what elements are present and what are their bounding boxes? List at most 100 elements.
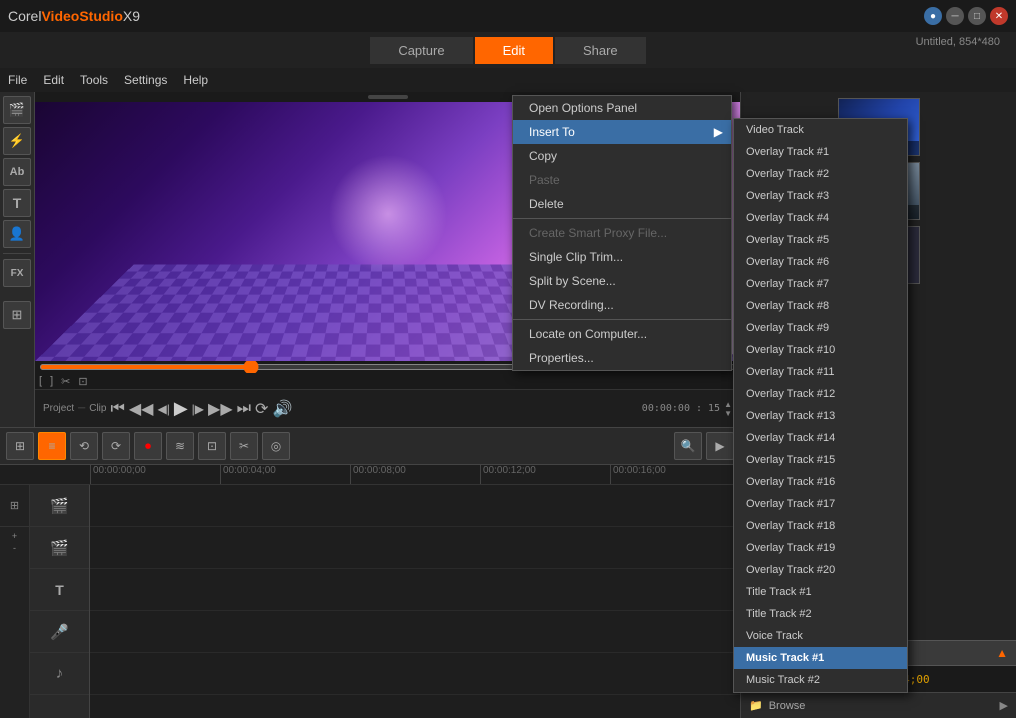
- play-button[interactable]: ▶: [174, 398, 188, 419]
- tool-instant[interactable]: ⚡: [3, 127, 31, 155]
- next-button[interactable]: ⏭: [237, 400, 251, 418]
- tab-capture[interactable]: Capture: [370, 37, 472, 64]
- sub-overlay-13[interactable]: Overlay Track #13: [734, 405, 907, 427]
- sub-overlay-12[interactable]: Overlay Track #12: [734, 383, 907, 405]
- zoom-btn[interactable]: 🔍: [674, 432, 702, 460]
- corel-button[interactable]: ●: [924, 7, 942, 25]
- sub-overlay-4[interactable]: Overlay Track #4: [734, 207, 907, 229]
- ctx-locate[interactable]: Locate on Computer...: [513, 322, 731, 346]
- left-tools: 🎬 ⚡ Ab T 👤 FX ⊞: [0, 92, 35, 427]
- project-name-label: Untitled, 854*480: [916, 36, 1000, 48]
- undo-btn[interactable]: ⟲: [70, 432, 98, 460]
- sub-overlay-5[interactable]: Overlay Track #5: [734, 229, 907, 251]
- ctx-dv-recording[interactable]: DV Recording...: [513, 293, 731, 317]
- timeline-section: ⊞ ≡ ⟲ ⟳ ⏺ ≋ ⊡ ✂ ◎ 🔍 ▶ 00:00:00;00 00:00:…: [0, 427, 740, 718]
- record-btn[interactable]: ⏺: [134, 432, 162, 460]
- browse-label[interactable]: Browse: [769, 700, 806, 712]
- ctx-copy[interactable]: Copy: [513, 144, 731, 168]
- ctx-delete[interactable]: Delete: [513, 192, 731, 216]
- track-icon-0[interactable]: ⊞: [0, 485, 29, 527]
- tool-media[interactable]: 🎬: [3, 96, 31, 124]
- sub-overlay-14[interactable]: Overlay Track #14: [734, 427, 907, 449]
- menu-settings[interactable]: Settings: [124, 73, 167, 87]
- sub-voice-track[interactable]: Voice Track: [734, 625, 907, 647]
- tool-fx[interactable]: FX: [3, 259, 31, 287]
- sub-overlay-17[interactable]: Overlay Track #17: [734, 493, 907, 515]
- arrow-icon: ▶: [714, 125, 723, 139]
- sub-overlay-2[interactable]: Overlay Track #2: [734, 163, 907, 185]
- sub-overlay-11[interactable]: Overlay Track #11: [734, 361, 907, 383]
- sub-overlay-1[interactable]: Overlay Track #1: [734, 141, 907, 163]
- nav-tabs: Capture Edit Share: [0, 37, 1016, 64]
- tab-share[interactable]: Share: [555, 37, 646, 64]
- menu-help[interactable]: Help: [183, 73, 208, 87]
- sub-title-2[interactable]: Title Track #2: [734, 603, 907, 625]
- ctx-insert-to[interactable]: Insert To ▶: [513, 120, 731, 144]
- add-track-btn[interactable]: +: [2, 531, 27, 541]
- menubar: File Edit Tools Settings Help: [0, 68, 1016, 92]
- ctx-smart-proxy: Create Smart Proxy File...: [513, 221, 731, 245]
- tool-text[interactable]: Ab: [3, 158, 31, 186]
- sub-overlay-19[interactable]: Overlay Track #19: [734, 537, 907, 559]
- track-header-0: 🎬: [30, 485, 89, 527]
- silence-btn[interactable]: ◎: [262, 432, 290, 460]
- ctx-properties[interactable]: Properties...: [513, 346, 731, 370]
- track-data-area[interactable]: [90, 485, 740, 718]
- sub-overlay-6[interactable]: Overlay Track #6: [734, 251, 907, 273]
- step-back-button[interactable]: ◀|: [157, 402, 169, 416]
- browse-arrow[interactable]: ▶: [1000, 699, 1008, 712]
- ctx-open-options[interactable]: Open Options Panel: [513, 96, 731, 120]
- tool-title[interactable]: T: [3, 189, 31, 217]
- track-left-icons: ⊞ + -: [0, 485, 30, 718]
- sub-overlay-3[interactable]: Overlay Track #3: [734, 185, 907, 207]
- close-button[interactable]: ✕: [990, 7, 1008, 25]
- minimize-button[interactable]: ─: [946, 7, 964, 25]
- scale-2: 00:00:08;00: [350, 465, 480, 484]
- sub-music-1[interactable]: Music Track #1: [734, 647, 907, 669]
- sub-overlay-20[interactable]: Overlay Track #20: [734, 559, 907, 581]
- tab-edit[interactable]: Edit: [475, 37, 553, 64]
- sub-overlay-8[interactable]: Overlay Track #8: [734, 295, 907, 317]
- prev-button[interactable]: ⏮: [110, 400, 124, 418]
- fwd-button[interactable]: ▶▶: [208, 399, 233, 419]
- timeline-btn[interactable]: ≡: [38, 432, 66, 460]
- clip-label: Clip: [89, 403, 106, 414]
- redo-btn[interactable]: ⟳: [102, 432, 130, 460]
- sub-music-2[interactable]: Music Track #2: [734, 669, 907, 691]
- ctx-split-scene[interactable]: Split by Scene...: [513, 269, 731, 293]
- menu-edit[interactable]: Edit: [43, 73, 64, 87]
- more-btn[interactable]: ▶: [706, 432, 734, 460]
- sub-title-1[interactable]: Title Track #1: [734, 581, 907, 603]
- options-expand-icon[interactable]: ▲: [996, 646, 1008, 660]
- rewind-button[interactable]: ◀◀: [129, 399, 154, 419]
- remove-track-btn[interactable]: -: [2, 543, 27, 553]
- split-btn[interactable]: ✂: [230, 432, 258, 460]
- sub-music-3[interactable]: Music Track #3: [734, 691, 907, 693]
- scale-4: 00:00:16;00: [610, 465, 740, 484]
- sub-overlay-9[interactable]: Overlay Track #9: [734, 317, 907, 339]
- timecode-stepper[interactable]: ▲ ▼: [724, 400, 732, 418]
- tool-last[interactable]: ⊞: [3, 301, 31, 329]
- app-logo: CorelVideoStudioX9: [8, 8, 140, 24]
- sub-video-track[interactable]: Video Track: [734, 119, 907, 141]
- menu-file[interactable]: File: [8, 73, 27, 87]
- step-fwd-button[interactable]: |▶: [192, 402, 204, 416]
- repeat-button[interactable]: ⟳: [255, 399, 268, 419]
- mix-btn[interactable]: ≋: [166, 432, 194, 460]
- sub-overlay-7[interactable]: Overlay Track #7: [734, 273, 907, 295]
- sub-overlay-10[interactable]: Overlay Track #10: [734, 339, 907, 361]
- menu-tools[interactable]: Tools: [80, 73, 108, 87]
- smart-btn[interactable]: ⊡: [198, 432, 226, 460]
- sub-overlay-15[interactable]: Overlay Track #15: [734, 449, 907, 471]
- ctx-single-trim[interactable]: Single Clip Trim...: [513, 245, 731, 269]
- track-data-2: [90, 569, 740, 611]
- maximize-button[interactable]: □: [968, 7, 986, 25]
- titlebar: CorelVideoStudioX9 ● ─ □ ✕: [0, 0, 1016, 32]
- marker-row: [ ] ✂ ⊡: [35, 373, 740, 389]
- tool-graphic[interactable]: 👤: [3, 220, 31, 248]
- sub-overlay-16[interactable]: Overlay Track #16: [734, 471, 907, 493]
- volume-button[interactable]: 🔊: [272, 399, 292, 419]
- storyboard-btn[interactable]: ⊞: [6, 432, 34, 460]
- sub-overlay-18[interactable]: Overlay Track #18: [734, 515, 907, 537]
- scale-3: 00:00:12;00: [480, 465, 610, 484]
